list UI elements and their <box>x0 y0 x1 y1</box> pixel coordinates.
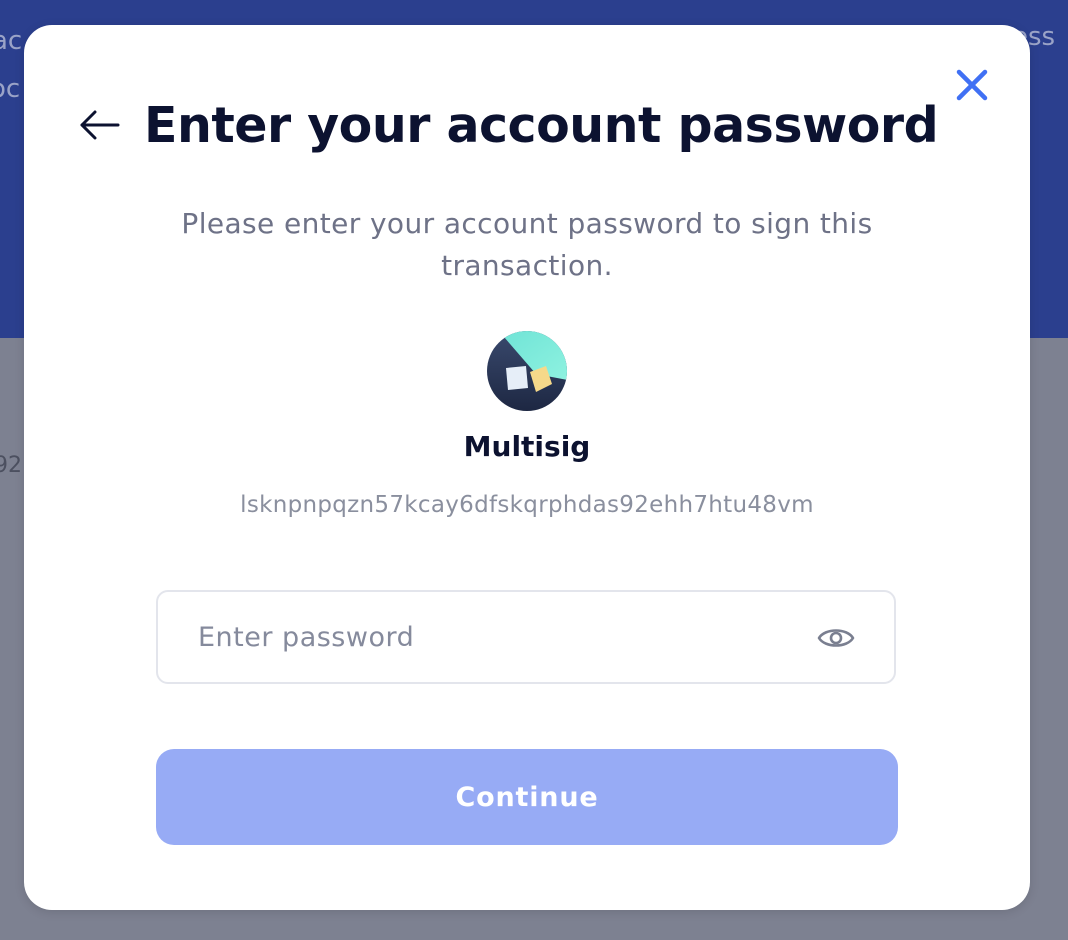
password-field <box>156 590 896 684</box>
eye-icon <box>817 629 855 647</box>
password-modal: Enter your account password Please enter… <box>24 25 1030 910</box>
arrow-left-icon <box>80 110 120 140</box>
close-icon <box>956 69 988 101</box>
account-address: lsknpnpqzn57kcay6dfskqrphdas92ehh7htu48v… <box>240 492 814 518</box>
modal-subtitle: Please enter your account password to si… <box>181 207 873 282</box>
app-screen: ac oc ess 92 Enter your account password… <box>0 0 1068 940</box>
background-text-fragment: ac <box>0 26 23 56</box>
account-name: Multisig <box>463 430 591 463</box>
account-avatar <box>486 330 568 412</box>
toggle-password-visibility-button[interactable] <box>816 620 856 656</box>
back-button[interactable] <box>78 107 122 143</box>
close-button[interactable] <box>952 65 992 105</box>
modal-title: Enter your account password <box>144 97 939 154</box>
background-text-fragment: oc <box>0 74 21 104</box>
continue-button[interactable]: Continue <box>156 749 898 845</box>
account-avatar-icon <box>487 331 567 411</box>
password-input[interactable] <box>198 592 798 682</box>
background-text-fragment: 92 <box>0 453 22 478</box>
